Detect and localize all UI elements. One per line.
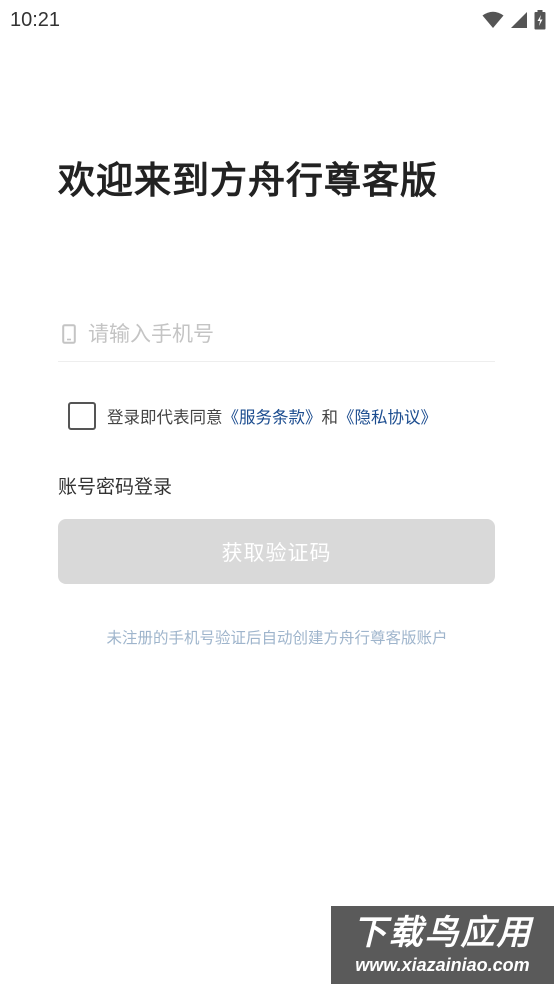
terms-link[interactable]: 《服务条款》 [223, 404, 322, 428]
auto-register-hint: 未注册的手机号验证后自动创建方舟行尊客版账户 [106, 629, 448, 647]
account-password-login-link[interactable]: 账号密码登录 [58, 472, 172, 499]
phone-input[interactable] [88, 313, 495, 354]
status-icons [482, 10, 546, 30]
phone-icon [58, 323, 80, 344]
agreement-prefix: 登录即代表同意 [107, 408, 223, 427]
login-screen: 10:21 欢迎来到方舟行尊客版 请输入手机号 登录即代表同意 《服务条款》 和… [0, 0, 554, 984]
status-time: 10:21 [10, 8, 61, 31]
agreement-checkbox[interactable] [68, 402, 96, 430]
welcome-title: 欢迎来到方舟行尊客版 [58, 159, 438, 202]
battery-charging-icon [534, 10, 546, 30]
phone-input-row [58, 306, 495, 362]
status-bar: 10:21 [0, 0, 554, 40]
watermark-url: www.xiazainiao.com [355, 955, 530, 975]
privacy-link[interactable]: 《隐私协议》 [338, 404, 437, 428]
get-code-button[interactable]: 获取验证码 [58, 519, 495, 584]
watermark-title: 下载鸟应用 [352, 913, 533, 953]
watermark-logo: 下载鸟应用 www.xiazainiao.com [331, 906, 554, 984]
wifi-icon [482, 11, 504, 29]
agreement-row: 登录即代表同意 《服务条款》 和 《隐私协议》 [68, 402, 437, 430]
signal-icon [510, 11, 528, 29]
agreement-conjunction: 和 [321, 408, 339, 427]
